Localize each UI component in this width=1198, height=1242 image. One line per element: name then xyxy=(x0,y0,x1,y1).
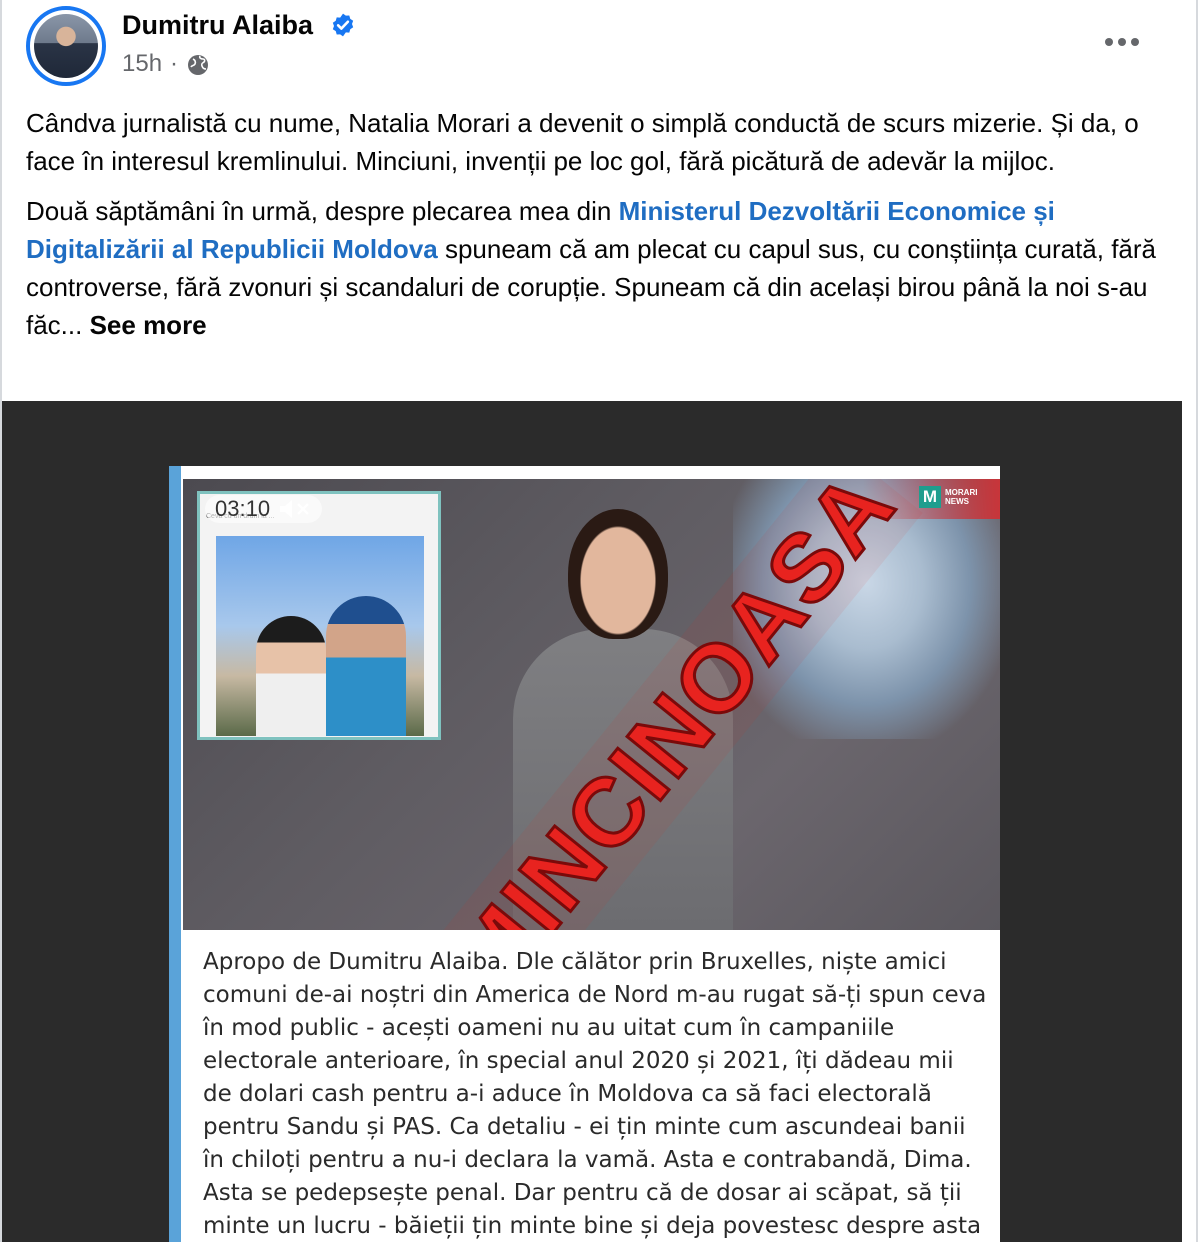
more-options-button[interactable] xyxy=(1098,24,1146,60)
morari-news-logo: M MORARI NEWS xyxy=(919,486,977,508)
inset-screenshot: Ceva cu un drum la ... xyxy=(197,491,441,740)
avatar[interactable] xyxy=(26,6,106,86)
post-paragraph-2: Două săptămâni în urmă, despre plecarea … xyxy=(26,192,1176,344)
post-body: Cândva jurnalistă cu nume, Natalia Morar… xyxy=(26,104,1176,356)
timer-value: 03:10 xyxy=(215,496,271,521)
inset-person-man xyxy=(326,596,406,736)
logo-text-line-1: MORARI xyxy=(945,488,978,497)
post-paragraph-1: Cândva jurnalistă cu nume, Natalia Morar… xyxy=(26,108,1139,176)
video-frame: Ceva cu un drum la ... 03:10 M xyxy=(183,479,1000,930)
screenshot-card: Ceva cu un drum la ... 03:10 M xyxy=(169,466,1000,1242)
globe-icon[interactable] xyxy=(186,53,210,77)
card-quote-text: Apropo de Dumitru Alaiba. Dle călător pr… xyxy=(203,949,987,1239)
logo-text-line-2: NEWS xyxy=(945,497,969,506)
logo-mark: M xyxy=(919,486,941,508)
author-name[interactable]: Dumitru Alaiba xyxy=(122,10,313,41)
card-accent-bar xyxy=(169,466,181,1242)
post-image[interactable]: Ceva cu un drum la ... 03:10 M xyxy=(2,401,1182,1242)
verified-badge-icon xyxy=(332,13,354,37)
logo-text: MORARI NEWS xyxy=(945,488,977,506)
inset-selfie-photo xyxy=(216,536,424,736)
avatar-photo xyxy=(34,14,98,78)
video-timer: 03:10 xyxy=(205,495,323,523)
post-timestamp[interactable]: 15h xyxy=(122,50,162,78)
meta-separator: · xyxy=(170,50,178,77)
paragraph-2-text-before: Două săptămâni în urmă, despre plecarea … xyxy=(26,196,619,226)
facebook-post: Dumitru Alaiba 15h · Cândva jurnalistă c… xyxy=(0,0,1198,1242)
more-dots-icon xyxy=(1105,38,1139,46)
presenter-head xyxy=(568,509,668,639)
see-more-link[interactable]: See more xyxy=(90,310,207,340)
muted-speaker-icon xyxy=(280,500,309,518)
inset-person-woman xyxy=(256,616,326,736)
